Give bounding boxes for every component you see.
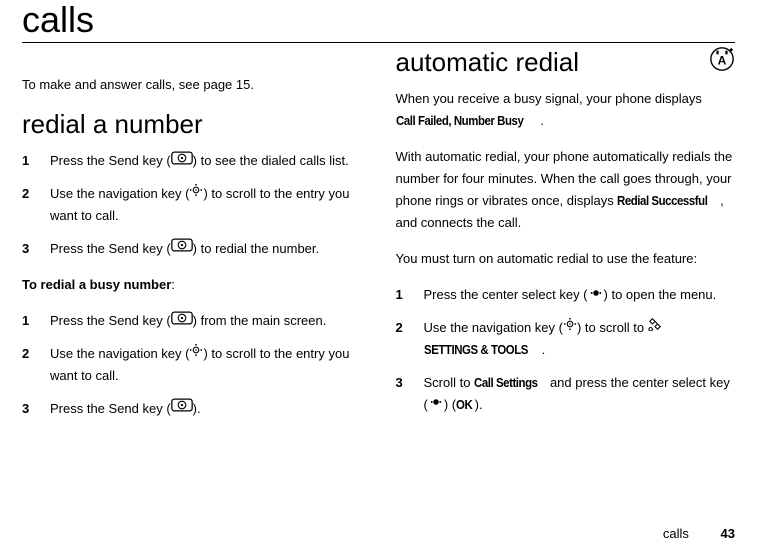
feature-badge-icon	[709, 46, 735, 77]
heading-auto-redial: automatic redial	[396, 48, 580, 77]
nav-key-icon	[563, 316, 577, 338]
left-column: To make and answer calls, see page 15. r…	[22, 47, 362, 435]
page-footer: calls 43	[663, 526, 735, 541]
auto-p2: With automatic redial, your phone automa…	[396, 146, 736, 234]
step-number: 3	[22, 238, 50, 261]
auto-p3: You must turn on automatic redial to use…	[396, 248, 736, 270]
redial-steps: 1 Press the Send key () to see the diale…	[22, 150, 362, 260]
step-number: 2	[22, 343, 50, 388]
step-text: Use the navigation key () to scroll to t…	[50, 183, 362, 228]
step-text: Use the navigation key () to scroll to S…	[424, 317, 736, 362]
tools-icon	[648, 316, 662, 338]
auto-p1: When you receive a busy signal, your pho…	[396, 88, 736, 132]
send-key-icon	[171, 310, 193, 332]
ui-string-call-settings: Call Settings	[474, 372, 538, 394]
step-text: Use the navigation key () to scroll to t…	[50, 343, 362, 388]
busy-number-label: To redial a busy number:	[22, 274, 362, 296]
step-text: Scroll to Call Settings and press the ce…	[424, 372, 736, 417]
center-key-icon	[588, 284, 604, 306]
intro-text: To make and answer calls, see page 15.	[22, 77, 362, 92]
right-column: automatic redial When you receive a busy…	[396, 47, 736, 435]
auto-steps: 1 Press the center select key () to open…	[396, 284, 736, 416]
step-text: Press the Send key () to see the dialed …	[50, 150, 362, 173]
nav-key-icon	[189, 342, 203, 364]
heading-redial: redial a number	[22, 110, 362, 139]
nav-key-icon	[189, 182, 203, 204]
ui-string-redial-successful: Redial Successful	[617, 190, 707, 212]
ui-string-settings-tools: SETTINGS & TOOLS	[424, 339, 528, 361]
step-number: 3	[22, 398, 50, 421]
step-number: 1	[396, 284, 424, 307]
ui-string-ok: OK	[456, 394, 472, 416]
send-key-icon	[171, 397, 193, 419]
footer-section: calls	[663, 526, 689, 541]
step-number: 2	[22, 183, 50, 228]
page-number: 43	[721, 526, 735, 541]
step-text: Press the Send key () to redial the numb…	[50, 238, 362, 261]
send-key-icon	[171, 150, 193, 172]
chapter-title: calls	[22, 0, 735, 43]
ui-string-call-failed: Call Failed, Number Busy	[396, 110, 523, 132]
center-key-icon	[428, 393, 444, 415]
step-number: 1	[22, 310, 50, 333]
step-number: 2	[396, 317, 424, 362]
busy-steps: 1 Press the Send key () from the main sc…	[22, 310, 362, 420]
step-number: 3	[396, 372, 424, 417]
step-number: 1	[22, 150, 50, 173]
step-text: Press the Send key () from the main scre…	[50, 310, 362, 333]
step-text: Press the center select key () to open t…	[424, 284, 736, 307]
send-key-icon	[171, 237, 193, 259]
step-text: Press the Send key ().	[50, 398, 362, 421]
